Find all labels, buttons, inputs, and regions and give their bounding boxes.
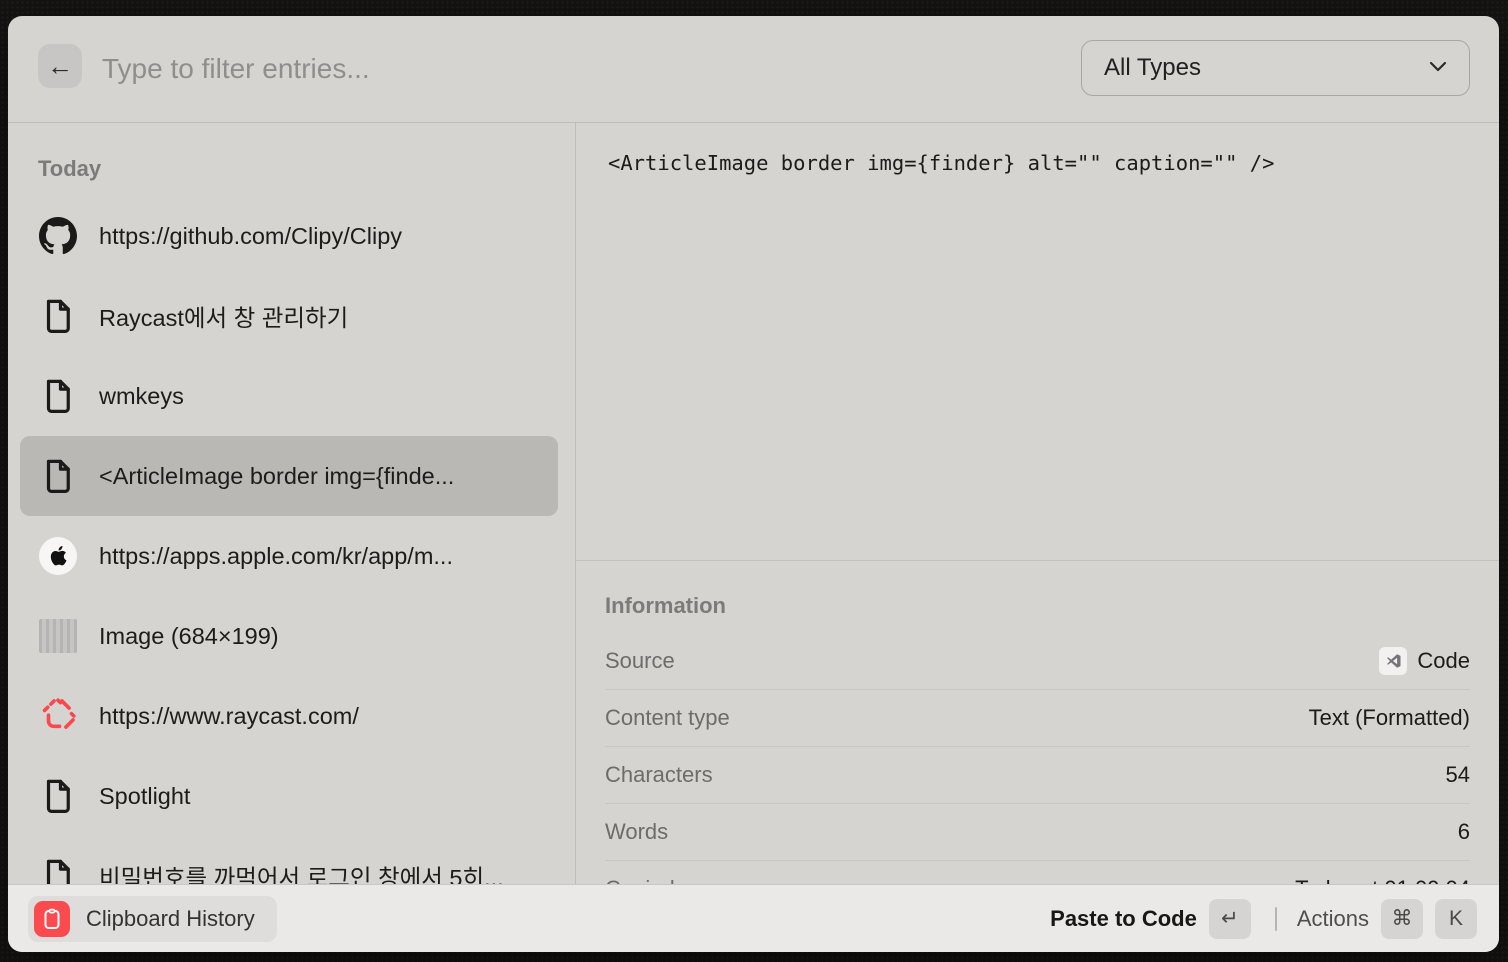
document-icon — [38, 376, 78, 416]
image-thumbnail — [38, 616, 78, 656]
clipboard-entry[interactable]: https://apps.apple.com/kr/app/m... — [8, 516, 575, 596]
detail-panel: <ArticleImage border img={finder} alt=""… — [576, 123, 1499, 884]
search-input[interactable] — [100, 46, 984, 92]
information-label: Source — [605, 648, 1379, 674]
information-label: Copied — [605, 876, 1295, 884]
document-icon — [38, 856, 78, 884]
clipboard-entry[interactable]: https://github.com/Clipy/Clipy — [8, 196, 575, 276]
information-row: SourceCode — [605, 633, 1470, 690]
entry-label: wmkeys — [99, 383, 184, 410]
search-header: ← All Types — [8, 16, 1499, 123]
entry-label: https://apps.apple.com/kr/app/m... — [99, 543, 453, 570]
information-label: Words — [605, 819, 1458, 845]
entry-label: Raycast에서 창 관리하기 — [99, 299, 348, 333]
section-title: Today — [38, 156, 101, 182]
entry-label: Image (684×199) — [99, 623, 279, 650]
key-k: K — [1435, 899, 1477, 939]
clipboard-entry[interactable]: Image (684×199) — [8, 596, 575, 676]
arrow-left-icon: ← — [47, 51, 73, 82]
clipboard-entry[interactable]: https://www.raycast.com/ — [8, 676, 575, 756]
information-row: Characters54 — [605, 747, 1470, 804]
information-title: Information — [605, 593, 726, 619]
document-icon — [38, 456, 78, 496]
clipboard-entry[interactable]: Raycast에서 창 관리하기 — [8, 276, 575, 356]
command-key-icon: ⌘ — [1381, 899, 1423, 939]
entry-label: <ArticleImage border img={finde... — [99, 463, 454, 490]
clipboard-icon — [34, 901, 70, 937]
information-value: Today at 01:00:04 — [1295, 876, 1470, 884]
type-filter-label: All Types — [1104, 54, 1429, 82]
apple-icon — [38, 536, 78, 576]
entries-list: https://github.com/Clipy/Clipy Raycast에서 … — [8, 196, 575, 884]
section-divider — [576, 560, 1499, 561]
chevron-down-icon — [1429, 59, 1447, 77]
document-icon — [38, 776, 78, 816]
app-chip: Clipboard History — [28, 896, 277, 942]
information-value: 6 — [1458, 819, 1470, 845]
information-label: Content type — [605, 705, 1309, 731]
entry-label: https://www.raycast.com/ — [99, 703, 359, 730]
code-preview: <ArticleImage border img={finder} alt=""… — [608, 151, 1274, 175]
entry-label: Spotlight — [99, 783, 190, 810]
raycast-icon — [38, 696, 78, 736]
information-value: Code — [1379, 647, 1470, 675]
paste-to-code-button[interactable]: Paste to Code — [1050, 906, 1197, 932]
clipboard-entry[interactable]: Spotlight — [8, 756, 575, 836]
information-table: SourceCodeContent typeText (Formatted)Ch… — [605, 633, 1470, 884]
clipboard-history-window: ← All Types Today https://github.com/Cli… — [8, 16, 1499, 952]
information-label: Characters — [605, 762, 1446, 788]
clipboard-entry[interactable]: <ArticleImage border img={finde... — [8, 436, 575, 516]
desktop-background: ← All Types Today https://github.com/Cli… — [0, 0, 1508, 962]
information-row: CopiedToday at 01:00:04 — [605, 861, 1470, 884]
type-filter-dropdown[interactable]: All Types — [1081, 40, 1470, 96]
app-name: Clipboard History — [86, 906, 255, 932]
action-bar: Clipboard History Paste to Code ↵ Action… — [8, 884, 1499, 952]
information-value: 54 — [1446, 762, 1470, 788]
information-value: Text (Formatted) — [1309, 705, 1470, 731]
entry-label: https://github.com/Clipy/Clipy — [99, 223, 402, 250]
information-row: Content typeText (Formatted) — [605, 690, 1470, 747]
information-row: Words6 — [605, 804, 1470, 861]
entry-label: 비밀번호를 까먹어서 로그인 창에서 5히... — [99, 859, 504, 884]
back-button[interactable]: ← — [38, 44, 82, 88]
return-key-icon: ↵ — [1209, 899, 1251, 939]
entries-panel: Today https://github.com/Clipy/Clipy Rayc… — [8, 123, 575, 884]
clipboard-entry[interactable]: 비밀번호를 까먹어서 로그인 창에서 5히... — [8, 836, 575, 884]
github-icon — [38, 216, 78, 256]
actions-button[interactable]: Actions — [1297, 906, 1369, 932]
footer-separator — [1275, 907, 1277, 931]
document-icon — [38, 296, 78, 336]
clipboard-entry[interactable]: wmkeys — [8, 356, 575, 436]
vscode-icon — [1379, 647, 1407, 675]
